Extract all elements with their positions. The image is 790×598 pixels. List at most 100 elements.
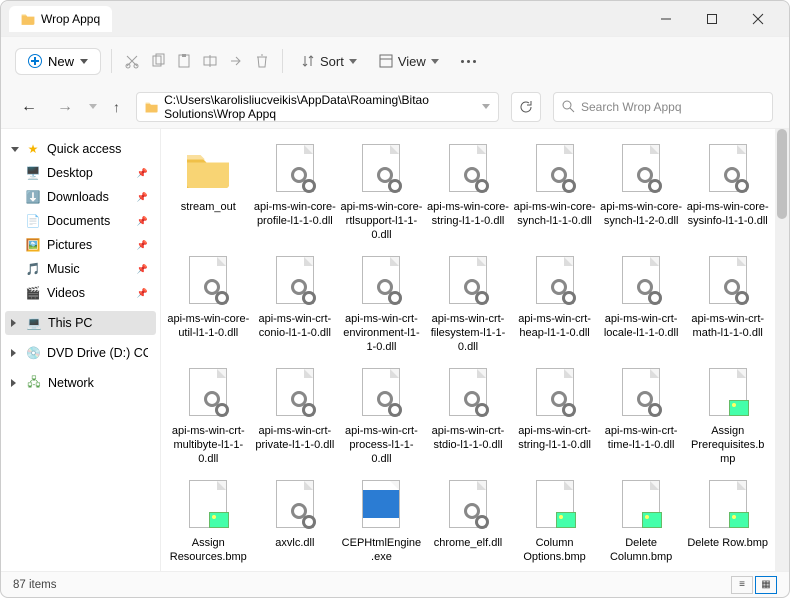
file-label: api-ms-win-crt-conio-l1-1-0.dll bbox=[254, 313, 336, 341]
file-item[interactable]: api-ms-win-core-synch-l1-1-0.dll bbox=[511, 137, 598, 249]
share-icon bbox=[228, 53, 244, 69]
file-item[interactable]: api-ms-win-core-util-l1-1-0.dll bbox=[165, 249, 252, 361]
window-tab[interactable]: Wrop Appq bbox=[9, 6, 112, 32]
maximize-button[interactable] bbox=[689, 3, 735, 35]
close-icon bbox=[752, 13, 764, 25]
file-label: Assign Resources.bmp bbox=[167, 537, 249, 565]
pin-icon: 📌 bbox=[137, 288, 148, 299]
plus-icon bbox=[28, 54, 42, 68]
bmp-icon bbox=[187, 480, 229, 532]
file-item[interactable]: api-ms-win-crt-conio-l1-1-0.dll bbox=[252, 249, 339, 361]
file-label: api-ms-win-core-profile-l1-1-0.dll bbox=[254, 201, 336, 229]
address-bar-row: ← → ↑ C:\Users\karolisliucveikis\AppData… bbox=[1, 85, 789, 129]
search-input[interactable]: Search Wrop Appq bbox=[553, 92, 773, 122]
dll-icon bbox=[447, 368, 489, 420]
more-button[interactable] bbox=[453, 60, 484, 63]
file-item[interactable]: stream_out bbox=[165, 137, 252, 249]
recent-locations-button[interactable] bbox=[89, 104, 97, 109]
file-item[interactable]: api-ms-win-crt-environment-l1-1-0.dll bbox=[338, 249, 425, 361]
dll-icon bbox=[447, 480, 489, 532]
file-item[interactable]: api-ms-win-crt-stdio-l1-1-0.dll bbox=[425, 361, 512, 473]
close-button[interactable] bbox=[735, 3, 781, 35]
file-label: api-ms-win-core-synch-l1-2-0.dll bbox=[600, 201, 682, 229]
file-label: api-ms-win-crt-process-l1-1-0.dll bbox=[340, 425, 422, 466]
file-item[interactable]: api-ms-win-crt-heap-l1-1-0.dll bbox=[511, 249, 598, 361]
file-label: CEPHtmlEngine.exe bbox=[340, 537, 422, 565]
dll-icon bbox=[707, 256, 749, 308]
status-bar: 87 items ≡ ▦ bbox=[1, 571, 789, 597]
back-button[interactable]: ← bbox=[17, 98, 41, 116]
sidebar-item-downloads[interactable]: ⬇️Downloads📌 bbox=[5, 185, 156, 209]
file-item[interactable]: Column Options.bmp bbox=[511, 473, 598, 571]
sidebar-item-dvd[interactable]: 💿 DVD Drive (D:) CCCC bbox=[5, 341, 156, 365]
sidebar-item-documents[interactable]: 📄Documents📌 bbox=[5, 209, 156, 233]
file-item[interactable]: Assign Prerequisites.bmp bbox=[684, 361, 771, 473]
file-item[interactable]: api-ms-win-crt-math-l1-1-0.dll bbox=[684, 249, 771, 361]
file-item[interactable]: api-ms-win-crt-process-l1-1-0.dll bbox=[338, 361, 425, 473]
minimize-button[interactable] bbox=[643, 3, 689, 35]
file-item[interactable]: Assign Resources.bmp bbox=[165, 473, 252, 571]
file-item[interactable]: Delete Row.bmp bbox=[684, 473, 771, 571]
search-icon bbox=[562, 100, 575, 113]
share-button[interactable] bbox=[226, 51, 246, 71]
file-item[interactable]: api-ms-win-core-profile-l1-1-0.dll bbox=[252, 137, 339, 249]
file-label: api-ms-win-core-string-l1-1-0.dll bbox=[427, 201, 509, 229]
file-item[interactable]: api-ms-win-crt-locale-l1-1-0.dll bbox=[598, 249, 685, 361]
pin-icon: 📌 bbox=[137, 192, 148, 203]
forward-button[interactable]: → bbox=[53, 98, 77, 116]
cut-icon bbox=[124, 53, 140, 69]
maximize-icon bbox=[706, 13, 718, 25]
dll-icon bbox=[360, 144, 402, 196]
file-item[interactable]: api-ms-win-crt-private-l1-1-0.dll bbox=[252, 361, 339, 473]
file-item[interactable]: CEPHtmlEngine.exe bbox=[338, 473, 425, 571]
delete-button[interactable] bbox=[252, 51, 272, 71]
file-item[interactable]: api-ms-win-crt-string-l1-1-0.dll bbox=[511, 361, 598, 473]
file-label: api-ms-win-core-rtlsupport-l1-1-0.dll bbox=[340, 201, 422, 242]
file-label: axvlc.dll bbox=[275, 537, 314, 551]
dll-icon bbox=[534, 256, 576, 308]
file-label: api-ms-win-crt-private-l1-1-0.dll bbox=[254, 425, 336, 453]
file-item[interactable]: api-ms-win-crt-filesystem-l1-1-0.dll bbox=[425, 249, 512, 361]
file-item[interactable]: api-ms-win-core-string-l1-1-0.dll bbox=[425, 137, 512, 249]
file-label: Delete Row.bmp bbox=[687, 537, 768, 551]
icons-view-button[interactable]: ▦ bbox=[755, 576, 777, 594]
copy-button[interactable] bbox=[148, 51, 168, 71]
sidebar-item-videos[interactable]: 🎬Videos📌 bbox=[5, 281, 156, 305]
file-grid[interactable]: stream_outapi-ms-win-core-profile-l1-1-0… bbox=[161, 129, 775, 571]
sort-button[interactable]: Sort bbox=[293, 54, 365, 69]
chevron-down-icon bbox=[431, 59, 439, 64]
sidebar-item-desktop[interactable]: 🖥️Desktop📌 bbox=[5, 161, 156, 185]
new-button[interactable]: New bbox=[15, 48, 101, 75]
address-bar[interactable]: C:\Users\karolisliucveikis\AppData\Roami… bbox=[136, 92, 499, 122]
documents-icon: 📄 bbox=[25, 213, 41, 229]
sidebar-item-this-pc[interactable]: 💻 This PC bbox=[5, 311, 156, 335]
vertical-scrollbar[interactable] bbox=[775, 129, 789, 571]
file-item[interactable]: chrome_elf.dll bbox=[425, 473, 512, 571]
separator bbox=[111, 49, 112, 73]
cut-button[interactable] bbox=[122, 51, 142, 71]
details-view-button[interactable]: ≡ bbox=[731, 576, 753, 594]
up-button[interactable]: ↑ bbox=[109, 99, 124, 115]
quick-access[interactable]: ★ Quick access bbox=[5, 137, 156, 161]
file-item[interactable]: Delete Column.bmp bbox=[598, 473, 685, 571]
refresh-button[interactable] bbox=[511, 92, 541, 122]
pin-icon: 📌 bbox=[137, 240, 148, 251]
desktop-icon: 🖥️ bbox=[25, 165, 41, 181]
file-item[interactable]: api-ms-win-core-rtlsupport-l1-1-0.dll bbox=[338, 137, 425, 249]
chevron-down-icon bbox=[482, 104, 490, 109]
bmp-icon bbox=[620, 480, 662, 532]
rename-button[interactable] bbox=[200, 51, 220, 71]
file-label: Column Options.bmp bbox=[514, 537, 596, 565]
file-item[interactable]: api-ms-win-crt-time-l1-1-0.dll bbox=[598, 361, 685, 473]
sidebar-item-pictures[interactable]: 🖼️Pictures📌 bbox=[5, 233, 156, 257]
file-item[interactable]: api-ms-win-core-synch-l1-2-0.dll bbox=[598, 137, 685, 249]
scrollbar-thumb[interactable] bbox=[777, 129, 787, 219]
sidebar-item-music[interactable]: 🎵Music📌 bbox=[5, 257, 156, 281]
file-item[interactable]: api-ms-win-crt-multibyte-l1-1-0.dll bbox=[165, 361, 252, 473]
view-button[interactable]: View bbox=[371, 54, 447, 69]
dll-icon bbox=[274, 480, 316, 532]
file-item[interactable]: api-ms-win-core-sysinfo-l1-1-0.dll bbox=[684, 137, 771, 249]
sidebar-item-network[interactable]: 🖧 Network bbox=[5, 371, 156, 395]
file-item[interactable]: axvlc.dll bbox=[252, 473, 339, 571]
paste-button[interactable] bbox=[174, 51, 194, 71]
